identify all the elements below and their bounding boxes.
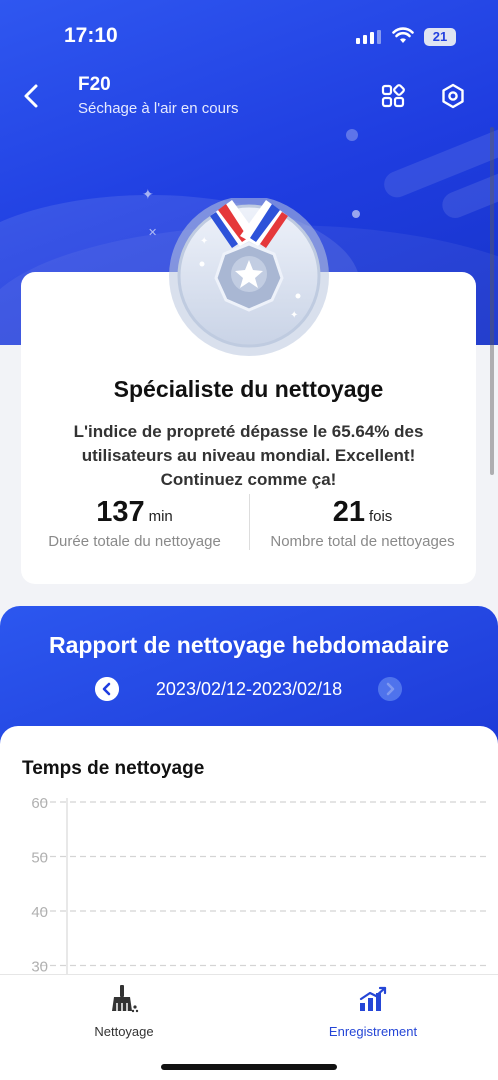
- y-tick-label: 30: [31, 959, 48, 976]
- bar-chart-icon: [359, 986, 387, 1011]
- battery-indicator: 21: [424, 28, 456, 46]
- cleaning-time-chart: 60 50 40 30: [31, 795, 490, 990]
- stat-label: Nombre total de nettoyages: [270, 533, 455, 550]
- device-title: F20: [78, 74, 111, 95]
- stat-unit: min: [148, 508, 173, 525]
- tab-label: Nettoyage: [94, 1024, 154, 1039]
- stat-value: 137: [96, 496, 145, 528]
- y-tick-label: 50: [31, 850, 48, 867]
- stat-label: Durée totale du nettoyage: [48, 533, 221, 550]
- stat-total-cleanings: 21 fois Nombre total de nettoyages: [249, 496, 476, 550]
- medal-badge-icon: ✦ ✦: [169, 198, 329, 356]
- y-tick-label: 60: [31, 795, 48, 812]
- stat-value: 21: [332, 496, 365, 528]
- background-dot: [346, 129, 358, 141]
- device-status: Séchage à l'air en cours: [78, 100, 239, 117]
- background-dot: [352, 210, 360, 218]
- settings-icon[interactable]: [440, 83, 466, 109]
- stat-unit: fois: [368, 508, 393, 525]
- cleaning-time-chart-card: Temps de nettoyage 60 50 40 30: [0, 726, 498, 990]
- tab-enregistrement[interactable]: Enregistrement: [273, 985, 473, 1039]
- chart-title: Temps de nettoyage: [22, 758, 205, 779]
- status-time: 17:10: [64, 24, 118, 47]
- sparkle-icon: ✕: [148, 227, 158, 239]
- wifi-icon: [392, 27, 414, 43]
- sparkle-icon: ✦: [142, 186, 154, 202]
- grid-apps-icon[interactable]: [381, 84, 405, 108]
- achievement-description: L'indice de propreté dépasse le 65.64% d…: [73, 422, 424, 489]
- home-indicator: [161, 1064, 337, 1070]
- scrollbar[interactable]: [490, 127, 494, 475]
- y-tick-label: 40: [31, 904, 48, 921]
- achievement-title: Spécialiste du nettoyage: [113, 376, 384, 402]
- back-arrow-icon[interactable]: [18, 82, 46, 110]
- tab-label: Enregistrement: [328, 1024, 418, 1039]
- cellular-signal-icon: [356, 30, 381, 44]
- tab-nettoyage[interactable]: Nettoyage: [24, 985, 224, 1039]
- weekly-report-title: Rapport de nettoyage hebdomadaire: [48, 632, 449, 658]
- next-week-button[interactable]: [378, 677, 402, 701]
- stat-total-duration: 137 min Durée totale du nettoyage: [21, 496, 248, 550]
- weekly-date-range: 2023/02/12-2023/02/18: [155, 679, 343, 699]
- broom-icon: [112, 985, 139, 1013]
- svg-text:✦: ✦: [200, 236, 208, 247]
- status-bar: 17:10 21: [0, 0, 498, 72]
- svg-text:✦: ✦: [290, 310, 298, 321]
